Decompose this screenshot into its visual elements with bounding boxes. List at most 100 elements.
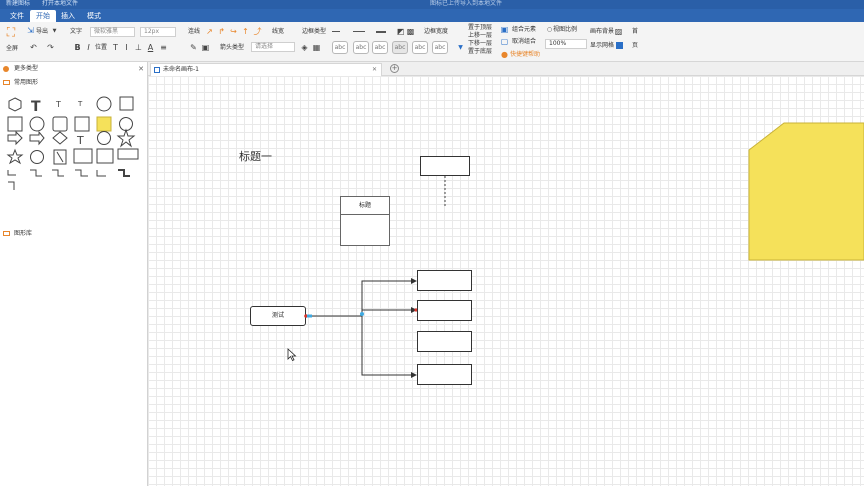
tab-insert[interactable]: 插入 [55, 10, 81, 22]
bring-to-front-button[interactable]: 置于顶层 [468, 24, 492, 31]
shortcut-help-link[interactable]: 快捷键帮助 [510, 50, 540, 59]
rounded-rect-shape[interactable] [52, 116, 68, 132]
rect-shape[interactable] [7, 116, 23, 132]
text-shape-large[interactable]: T [31, 99, 41, 115]
export-button[interactable]: 导出 [36, 27, 48, 36]
title-card[interactable]: 标题 [340, 196, 390, 246]
close-tab-icon[interactable]: ✕ [372, 64, 377, 76]
redo-icon[interactable]: ↷ [46, 43, 55, 52]
shadow-icon[interactable]: ▣ [201, 43, 210, 52]
elbow-line-4[interactable] [75, 169, 88, 177]
branch-4[interactable] [361, 316, 417, 378]
font-family-select[interactable]: 微软雅黑 [90, 27, 135, 37]
send-backward-button[interactable]: 下移一层 [468, 40, 492, 47]
drawing-canvas[interactable]: 标题一 标题 测试 [148, 76, 864, 486]
square-shape[interactable] [119, 96, 134, 111]
style-sample-4[interactable]: abc [392, 41, 408, 54]
add-tab-icon[interactable]: + [390, 64, 399, 73]
document-tab[interactable]: 未命名画布-1 ✕ [150, 63, 382, 76]
hexagon-shape[interactable] [8, 97, 22, 112]
test-node[interactable]: 测试 [250, 306, 306, 326]
ungroup-icon[interactable]: ▢ [500, 37, 509, 46]
border-color-icon[interactable]: ◩ [396, 27, 405, 36]
style-sample-3[interactable]: abc [372, 41, 388, 54]
close-icon[interactable]: ✕ [138, 63, 144, 75]
shape-palette[interactable]: T T T T [4, 94, 144, 234]
align-center-icon[interactable]: ≡ [159, 43, 168, 52]
elbow-connector-icon[interactable]: ↱ [217, 27, 226, 36]
square-outline-shape[interactable] [74, 116, 90, 132]
align-label[interactable]: 位置 [95, 43, 107, 52]
curve-connector-icon[interactable]: ↪ [229, 27, 238, 36]
text-shape-medium[interactable]: T [55, 100, 61, 109]
target-box-2[interactable] [417, 300, 472, 321]
target-box-1[interactable] [417, 270, 472, 291]
border-pattern-icon[interactable]: ▩ [406, 27, 415, 36]
star-outline-shape[interactable] [6, 148, 24, 165]
text-shape-t[interactable]: T [76, 134, 84, 147]
elbow-line-6[interactable] [8, 181, 15, 190]
text-shape-small[interactable]: T [77, 100, 83, 108]
new-diagram-link[interactable]: 新建图标 [6, 0, 30, 7]
top-rect[interactable] [420, 156, 470, 176]
italic-icon[interactable]: I [84, 43, 93, 52]
table-shape[interactable] [73, 148, 93, 164]
circle-row4-shape[interactable] [30, 150, 44, 164]
font-size-select[interactable]: 12px [140, 27, 176, 37]
style-sample-2[interactable]: abc [353, 41, 369, 54]
circle-small-shape[interactable] [97, 131, 111, 145]
elbow-line-2[interactable] [30, 169, 42, 177]
fill-bucket-icon[interactable]: ◈ [300, 43, 309, 52]
undo-icon[interactable]: ↶ [29, 43, 38, 52]
straight-connector-icon[interactable]: ↗ [205, 27, 214, 36]
send-to-back-button[interactable]: 置于底层 [468, 48, 492, 55]
abc-more-icon[interactable]: ▼ [456, 43, 465, 52]
target-box-4[interactable] [417, 364, 472, 385]
fullscreen-label[interactable]: 全屏 [6, 44, 18, 53]
more-shapes-header[interactable]: 更多类型 ✕ [0, 63, 148, 75]
tab-start[interactable]: 开始 [30, 10, 56, 22]
group-icon[interactable]: ▣ [500, 25, 509, 34]
line-sample-medium[interactable] [353, 31, 365, 32]
diamond-shape[interactable] [52, 131, 68, 145]
style-sample-5[interactable]: abc [412, 41, 428, 54]
common-shapes-header[interactable]: 常用图形 [0, 77, 148, 89]
group-button[interactable]: 组合元素 [512, 25, 536, 34]
text-top-icon[interactable]: T [111, 43, 120, 52]
text-bottom-icon[interactable]: ⊥ [134, 43, 143, 52]
text-middle-icon[interactable]: I [122, 43, 131, 52]
style-sample-6[interactable]: abc [432, 41, 448, 54]
show-grid-checkbox[interactable] [616, 42, 623, 49]
bring-forward-button[interactable]: 上移一层 [468, 32, 492, 39]
line-color-icon[interactable]: ✎ [189, 43, 198, 52]
tab-file[interactable]: 文件 [4, 10, 30, 22]
line-sample-thick[interactable] [376, 31, 386, 33]
elbow-line-bold[interactable] [118, 169, 130, 177]
tab-mode[interactable]: 模式 [81, 10, 107, 22]
zoom-select[interactable]: 100% [545, 39, 587, 49]
open-local-file-link[interactable]: 打开本地文件 [42, 0, 78, 7]
right-cut-label-1[interactable]: 首 [632, 27, 638, 36]
canvas-heading[interactable]: 标题一 [239, 148, 272, 164]
chevron-down-icon[interactable]: ▼ [50, 27, 59, 36]
connector-handle[interactable] [307, 314, 312, 318]
note-shape[interactable] [96, 116, 112, 132]
arrow-right-shape[interactable] [7, 130, 23, 146]
right-cut-label-2[interactable]: 页 [632, 41, 638, 50]
tooltip-shape[interactable] [117, 148, 139, 160]
circle-shape[interactable] [96, 96, 112, 112]
help-icon[interactable]: ● [500, 50, 509, 59]
line-style-icon[interactable]: ⤴ [253, 27, 262, 36]
yellow-shape[interactable] [748, 122, 864, 262]
ellipse-shape[interactable] [29, 116, 45, 132]
elbow-line-1[interactable] [7, 170, 16, 176]
brace-shape[interactable] [53, 149, 67, 165]
arrow-up-icon[interactable]: ↑ [241, 27, 250, 36]
style-sample-1[interactable]: abc [332, 41, 348, 54]
elbow-line-5[interactable] [96, 170, 106, 177]
shape-lib-header[interactable]: 图形库 [0, 228, 148, 240]
dashed-connector[interactable] [440, 176, 450, 208]
bold-icon[interactable]: B [73, 43, 82, 52]
arrow-type-select[interactable]: 请选择 [251, 42, 295, 52]
bg-color-icon[interactable]: ▨ [614, 27, 623, 36]
